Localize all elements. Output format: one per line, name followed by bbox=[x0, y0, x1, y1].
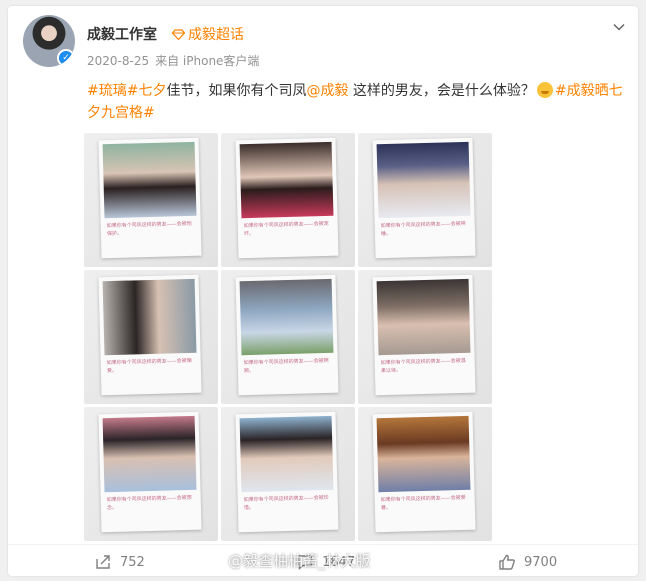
like-count: 9700 bbox=[524, 554, 558, 570]
verified-badge-icon: ✓ bbox=[57, 49, 75, 67]
post-text-part2: 这样的男友，会是什么体验？ bbox=[348, 83, 535, 99]
grid-image-1[interactable]: 如果你有个司凤这样的男友——会被他保护。 bbox=[84, 133, 218, 267]
repost-icon bbox=[96, 555, 110, 569]
image-caption: 如果你有个司凤这样的男友——会被珍惜。 bbox=[243, 494, 329, 512]
mention-link[interactable]: @成毅 bbox=[306, 83, 348, 99]
thumbs-up-icon bbox=[499, 554, 515, 570]
repost-button[interactable]: 752 bbox=[94, 553, 145, 571]
image-caption: 如果你有个司凤这样的男友——会被宠坏。 bbox=[243, 220, 329, 238]
grid-image-4[interactable]: 如果你有个司凤这样的男友——会被偏爱。 bbox=[84, 270, 218, 404]
image-caption: 如果你有个司凤这样的男友——会被照顾。 bbox=[243, 357, 329, 375]
image-caption: 如果你有个司凤这样的男友——会被想念。 bbox=[106, 494, 192, 512]
repost-count: 752 bbox=[120, 554, 145, 570]
hashtag-qixi[interactable]: 七夕 bbox=[138, 83, 166, 99]
author-avatar[interactable]: ✓ bbox=[23, 15, 75, 67]
post-text: #琉璃#七夕佳节，如果你有个司凤@成毅 这样的男友，会是什么体验？ #成毅晒七夕九… bbox=[87, 80, 627, 124]
watermark: @毅查柚柚酱_林大版 bbox=[228, 552, 371, 570]
super-topic-link[interactable]: 成毅超话 bbox=[172, 24, 244, 44]
grid-image-5[interactable]: 如果你有个司凤这样的男友——会被照顾。 bbox=[221, 270, 355, 404]
image-caption: 如果你有个司凤这样的男友——会被哄睡。 bbox=[380, 220, 466, 238]
super-topic-label: 成毅超话 bbox=[188, 27, 244, 43]
weibo-post-card: ✓ 成毅工作室 成毅超话 2020-8-25 来自 iPhone客户端 #琉璃#七… bbox=[8, 6, 638, 576]
image-grid: 如果你有个司凤这样的男友——会被他保护。 如果你有个司凤这样的男友——会被宠坏。… bbox=[84, 133, 492, 541]
post-meta: 2020-8-25 来自 iPhone客户端 bbox=[87, 52, 259, 69]
image-caption: 如果你有个司凤这样的男友——会被爱着。 bbox=[380, 494, 466, 512]
grid-image-2[interactable]: 如果你有个司凤这样的男友——会被宠坏。 bbox=[221, 133, 355, 267]
image-caption: 如果你有个司凤这样的男友——会被他保护。 bbox=[106, 220, 192, 238]
grid-image-8[interactable]: 如果你有个司凤这样的男友——会被珍惜。 bbox=[221, 407, 355, 541]
grid-image-3[interactable]: 如果你有个司凤这样的男友——会被哄睡。 bbox=[358, 133, 492, 267]
grid-image-9[interactable]: 如果你有个司凤这样的男友——会被爱着。 bbox=[358, 407, 492, 541]
image-caption: 如果你有个司凤这样的男友——会被偏爱。 bbox=[106, 357, 192, 375]
grid-image-6[interactable]: 如果你有个司凤这样的男友——会被温柔以待。 bbox=[358, 270, 492, 404]
post-date[interactable]: 2020-8-25 bbox=[87, 54, 149, 68]
hashtag-liuli[interactable]: #琉璃# bbox=[87, 83, 138, 99]
post-text-part1: 佳节，如果你有个司凤 bbox=[166, 83, 307, 99]
grid-image-7[interactable]: 如果你有个司凤这样的男友——会被想念。 bbox=[84, 407, 218, 541]
chevron-down-icon[interactable] bbox=[612, 20, 626, 34]
image-caption: 如果你有个司凤这样的男友——会被温柔以待。 bbox=[380, 357, 466, 375]
author-name[interactable]: 成毅工作室 bbox=[87, 24, 157, 44]
diamond-icon bbox=[172, 29, 185, 40]
post-source: 来自 iPhone客户端 bbox=[155, 54, 260, 68]
emoji-icon bbox=[536, 82, 553, 98]
like-button[interactable]: 9700 bbox=[498, 553, 557, 571]
